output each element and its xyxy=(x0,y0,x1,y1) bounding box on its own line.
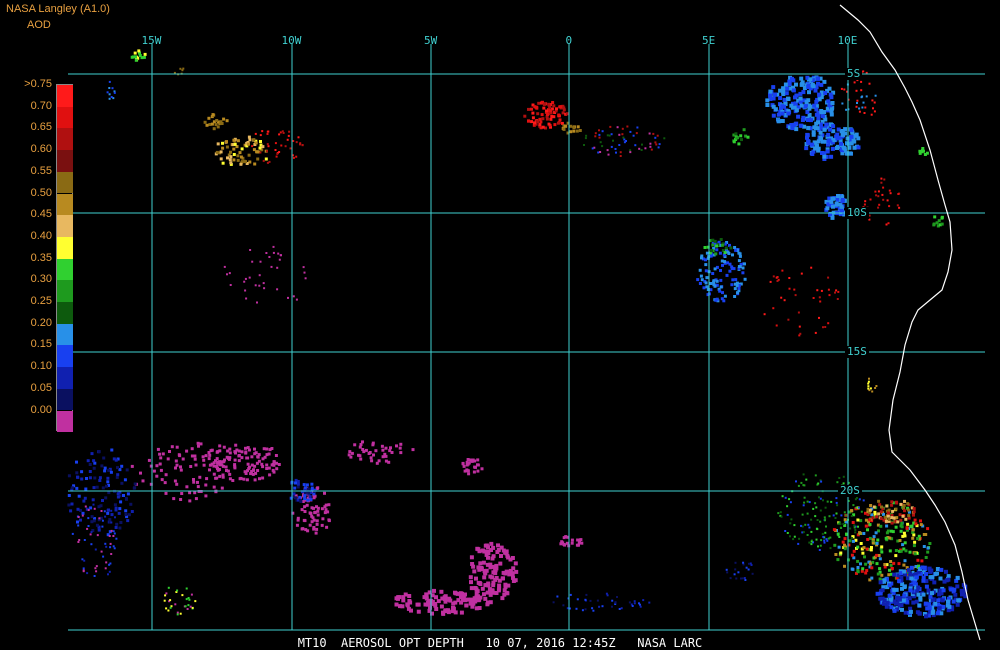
scale-swatch xyxy=(57,345,73,368)
scale-swatch xyxy=(57,236,73,259)
longitude-label: 10W xyxy=(281,34,302,47)
scale-label: 0.25 xyxy=(30,295,52,307)
aod-cluster xyxy=(918,147,929,156)
scale-swatch xyxy=(57,193,73,216)
scale-label: 0.10 xyxy=(30,360,52,373)
source-title: NASA Langley (A1.0) xyxy=(6,3,110,15)
scale-swatch xyxy=(57,367,73,389)
scale-swatch xyxy=(57,106,73,129)
aod-cluster xyxy=(561,121,582,135)
aod-cluster xyxy=(347,440,415,465)
longitude-label: 5E xyxy=(702,34,716,47)
aod-cluster xyxy=(867,377,878,393)
aod-cluster xyxy=(223,245,307,304)
latitude-label: 15S xyxy=(845,345,869,358)
aod-cluster xyxy=(552,592,651,612)
scale-label: 0.15 xyxy=(30,338,52,351)
scale-label: 0.65 xyxy=(30,121,52,134)
scale-swatch xyxy=(57,171,73,194)
aod-cluster xyxy=(725,561,754,581)
scale-label: 0.35 xyxy=(30,251,52,264)
aod-cluster xyxy=(201,443,281,482)
variable-label: AOD xyxy=(27,19,51,31)
scale-label: 0.20 xyxy=(30,316,52,329)
longitude-label: 0 xyxy=(565,34,573,47)
aod-cluster xyxy=(67,448,137,537)
aod-cluster xyxy=(696,240,747,303)
longitude-label: 5W xyxy=(424,34,438,47)
scale-label: 0.60 xyxy=(30,143,52,156)
aod-cluster xyxy=(732,128,750,146)
scale-label: 0.55 xyxy=(30,164,52,177)
longitude-label: 10E xyxy=(837,34,858,47)
aod-cluster xyxy=(932,215,944,228)
scale-label: 0.30 xyxy=(30,273,52,286)
scale-swatch xyxy=(57,302,73,324)
aod-cluster xyxy=(163,586,197,616)
latitude-label: 20S xyxy=(838,484,862,497)
aerosol-pixel-layer xyxy=(67,49,968,619)
aod-cluster xyxy=(763,266,840,337)
aod-cluster xyxy=(468,541,519,601)
scale-swatch xyxy=(57,128,73,151)
longitude-label: 15W xyxy=(141,34,162,47)
aod-cluster xyxy=(583,125,666,157)
aod-map xyxy=(67,4,985,641)
scale-label: 0.05 xyxy=(30,381,52,394)
aod-cluster xyxy=(461,458,484,476)
scale-swatch xyxy=(57,150,73,172)
latitude-label: 10S xyxy=(845,206,869,219)
aod-cluster xyxy=(765,75,836,132)
scale-swatch xyxy=(57,85,73,107)
latitude-label: 5S xyxy=(845,67,863,80)
scale-label: 0.00 xyxy=(30,403,52,416)
aod-cluster xyxy=(130,49,147,62)
scale-label: 0.45 xyxy=(30,208,52,221)
scale-label: 0.50 xyxy=(30,186,52,199)
scale-swatch xyxy=(57,388,73,411)
scale-label: >0.75 xyxy=(24,78,52,90)
scale-label: 0.70 xyxy=(30,99,52,112)
scale-swatch xyxy=(57,410,73,433)
aod-cluster xyxy=(523,100,569,130)
aod-cluster xyxy=(106,80,116,100)
scale-swatch xyxy=(57,280,73,302)
footer-caption: MT10 AEROSOL OPT DEPTH 10 07, 2016 12:45… xyxy=(297,636,703,650)
lat-lon-grid xyxy=(68,44,985,631)
scale-swatch xyxy=(57,258,73,281)
scale-swatch xyxy=(57,323,73,346)
aod-cluster xyxy=(559,535,584,548)
scale-label: 0.40 xyxy=(30,229,52,242)
aod-cluster xyxy=(214,135,268,166)
aod-cluster xyxy=(203,113,229,131)
scale-swatch xyxy=(57,215,73,237)
